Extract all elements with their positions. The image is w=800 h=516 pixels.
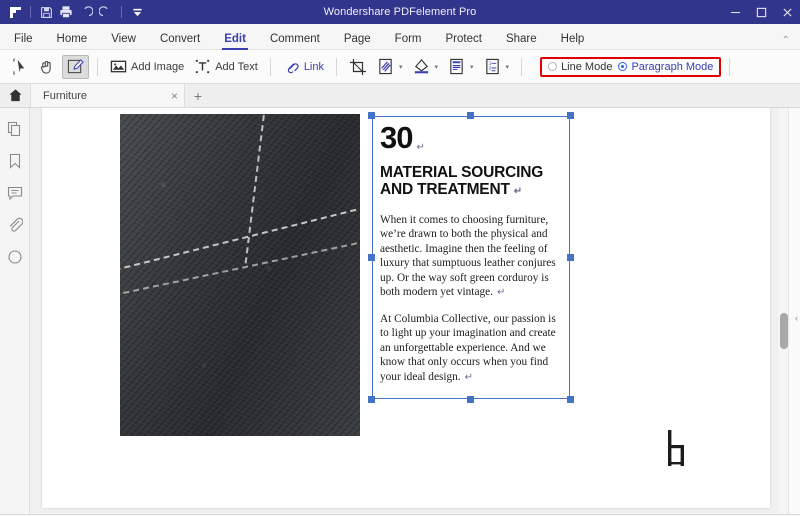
header-footer-button[interactable]: ▾ bbox=[444, 55, 478, 79]
resize-handle-top-center[interactable] bbox=[467, 112, 474, 119]
application-window: Wondershare PDFelement Pro File Home Vie… bbox=[0, 0, 800, 516]
qat-divider-2 bbox=[121, 6, 122, 18]
crop-button[interactable] bbox=[345, 55, 371, 79]
stamp-icon[interactable] bbox=[6, 248, 24, 266]
qat-divider bbox=[30, 6, 31, 18]
paragraph-mode-label: Paragraph Mode bbox=[631, 61, 713, 73]
select-tool-button[interactable] bbox=[8, 55, 33, 79]
close-icon[interactable]: × bbox=[171, 90, 178, 102]
menu-item-convert[interactable]: Convert bbox=[148, 34, 212, 50]
menu-item-comment[interactable]: Comment bbox=[258, 34, 332, 50]
document-tab-strip: Furniture × + bbox=[0, 84, 800, 108]
save-icon[interactable] bbox=[37, 3, 55, 21]
resize-handle-top-left[interactable] bbox=[368, 112, 375, 119]
bates-chevron-down-icon[interactable]: ▾ bbox=[506, 63, 510, 71]
maximize-button[interactable] bbox=[748, 0, 774, 24]
stitch-seam-3 bbox=[245, 114, 268, 263]
add-image-button[interactable]: Add Image bbox=[106, 55, 188, 79]
document-canvas[interactable]: 30 ↵ MATERIAL SOURCING AND TREATMENT↵ Wh… bbox=[30, 108, 800, 514]
quick-access-toolbar bbox=[0, 3, 146, 21]
selected-text-block[interactable]: 30 ↵ MATERIAL SOURCING AND TREATMENT↵ Wh… bbox=[372, 116, 570, 399]
link-label: Link bbox=[304, 61, 324, 73]
bookmark-icon[interactable] bbox=[6, 152, 24, 170]
undo-icon[interactable] bbox=[77, 3, 95, 21]
add-text-label: Add Text bbox=[215, 61, 258, 73]
line-mode-option[interactable]: Line Mode bbox=[548, 61, 612, 73]
ribbon-divider-4 bbox=[521, 58, 522, 76]
resize-handle-bottom-right[interactable] bbox=[567, 396, 574, 403]
svg-text:2: 2 bbox=[488, 65, 491, 71]
add-text-button[interactable]: Add Text bbox=[190, 55, 262, 79]
ribbon-divider-1 bbox=[97, 58, 98, 76]
background-chevron-down-icon[interactable]: ▾ bbox=[435, 63, 439, 71]
left-navigation-rail bbox=[0, 108, 30, 514]
print-icon[interactable] bbox=[57, 3, 75, 21]
menu-item-view[interactable]: View bbox=[99, 34, 148, 50]
chair-illustration-icon[interactable] bbox=[660, 428, 694, 470]
menu-item-help[interactable]: Help bbox=[549, 34, 597, 50]
paragraph-mode-option[interactable]: Paragraph Mode bbox=[618, 61, 713, 73]
chevron-left-icon[interactable]: ‹ bbox=[795, 313, 798, 323]
resize-handle-bottom-left[interactable] bbox=[368, 396, 375, 403]
menu-item-form[interactable]: Form bbox=[383, 34, 434, 50]
ribbon-divider-5 bbox=[729, 58, 730, 76]
header-footer-chevron-down-icon[interactable]: ▾ bbox=[470, 63, 474, 71]
resize-handle-bottom-center[interactable] bbox=[467, 396, 474, 403]
paragraph-mode-radio-icon[interactable] bbox=[618, 62, 627, 71]
page-thumbnails-icon[interactable] bbox=[6, 120, 24, 138]
resize-handle-middle-right[interactable] bbox=[567, 254, 574, 261]
document-tab-label: Furniture bbox=[43, 90, 87, 102]
bates-numbering-button[interactable]: 12 ▾ bbox=[480, 55, 514, 79]
add-image-label: Add Image bbox=[131, 61, 184, 73]
workspace: 30 ↵ MATERIAL SOURCING AND TREATMENT↵ Wh… bbox=[0, 108, 800, 514]
stitch-seam-1 bbox=[120, 194, 360, 276]
customize-quick-access-icon[interactable] bbox=[128, 3, 146, 21]
close-button[interactable] bbox=[774, 0, 800, 24]
minimize-button[interactable] bbox=[722, 0, 748, 24]
ribbon-divider-2 bbox=[270, 58, 271, 76]
link-button[interactable]: Link bbox=[279, 55, 328, 79]
resize-handle-top-right[interactable] bbox=[567, 112, 574, 119]
redo-icon[interactable] bbox=[97, 3, 115, 21]
menu-item-file[interactable]: File bbox=[0, 34, 45, 50]
comment-icon[interactable] bbox=[6, 184, 24, 202]
menu-bar: File Home View Convert Edit Comment Page… bbox=[0, 24, 800, 50]
chevron-up-icon[interactable]: ⌃ bbox=[782, 35, 790, 46]
resize-handle-middle-left[interactable] bbox=[368, 254, 375, 261]
watermark-button[interactable]: ▾ bbox=[373, 55, 407, 79]
edit-ribbon-toolbar: Add Image Add Text Link ▾ ▾ ▾ 12 bbox=[0, 50, 800, 84]
hand-tool-button[interactable] bbox=[35, 55, 60, 79]
right-panel-strip[interactable]: ‹ bbox=[788, 108, 800, 514]
vertical-scrollbar-thumb[interactable] bbox=[780, 313, 788, 349]
title-bar: Wondershare PDFelement Pro bbox=[0, 0, 800, 24]
stitch-seam-2 bbox=[120, 230, 360, 301]
ribbon-divider-3 bbox=[336, 58, 337, 76]
text-edit-mode-group: Line Mode Paragraph Mode bbox=[540, 57, 721, 77]
background-button[interactable]: ▾ bbox=[409, 55, 443, 79]
vertical-scrollbar-track[interactable] bbox=[778, 108, 788, 514]
watermark-chevron-down-icon[interactable]: ▾ bbox=[399, 63, 403, 71]
menu-item-page[interactable]: Page bbox=[332, 34, 383, 50]
menu-item-edit[interactable]: Edit bbox=[212, 34, 258, 50]
pdf-page[interactable]: 30 ↵ MATERIAL SOURCING AND TREATMENT↵ Wh… bbox=[42, 108, 770, 508]
document-tab-furniture[interactable]: Furniture × bbox=[30, 84, 185, 107]
leather-photo-image[interactable] bbox=[120, 114, 360, 436]
line-mode-radio-icon[interactable] bbox=[548, 62, 557, 71]
edit-text-image-tool-button[interactable] bbox=[62, 55, 89, 79]
attachment-icon[interactable] bbox=[6, 216, 24, 234]
selection-rectangle bbox=[372, 116, 570, 399]
menu-item-share[interactable]: Share bbox=[494, 34, 549, 50]
menu-item-home[interactable]: Home bbox=[45, 34, 100, 50]
app-logo-icon[interactable] bbox=[6, 3, 24, 21]
menu-item-protect[interactable]: Protect bbox=[434, 34, 494, 50]
home-tab-button[interactable] bbox=[0, 84, 30, 107]
new-tab-plus-icon[interactable]: + bbox=[185, 84, 211, 107]
window-controls bbox=[722, 0, 800, 24]
line-mode-label: Line Mode bbox=[561, 61, 612, 73]
